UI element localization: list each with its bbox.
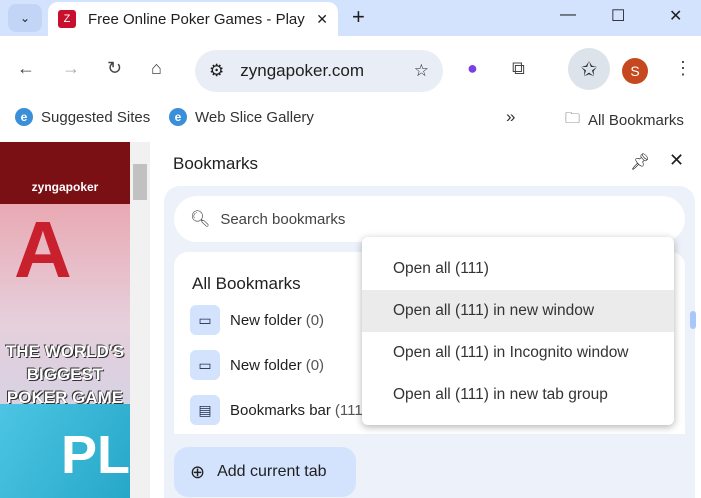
reload-button[interactable]: ↻ (107, 58, 122, 79)
close-panel-icon[interactable]: ✕ (669, 150, 684, 171)
ie-icon: e (15, 108, 33, 126)
address-bar[interactable]: ⚙ zyngapoker.com ☆ (195, 50, 443, 92)
web-page-content: zyngapoker A THE WORLD'S BIGGEST POKER GA… (0, 142, 130, 498)
all-bookmarks-button[interactable]: 🗀 All Bookmarks (565, 108, 684, 133)
tab-strip: ⌄ Z Free Online Poker Games - Play ✕ + —… (0, 0, 701, 36)
minimize-button[interactable]: — (560, 6, 576, 24)
search-icon: 🔍︎ (190, 211, 211, 228)
folder-icon: ▭ (190, 305, 220, 335)
home-button[interactable]: ⌂ (151, 58, 162, 79)
menu-item-open-all[interactable]: Open all (111) (362, 248, 674, 290)
extensions-puzzle-icon[interactable]: ⧉ (512, 58, 525, 79)
ace-card-image: A (14, 205, 72, 294)
bookmarks-bar-icon: ▤ (190, 395, 220, 425)
tab-close-icon[interactable]: ✕ (316, 11, 328, 28)
pin-icon[interactable]: 📌︎ (630, 152, 650, 172)
page-scrollbar[interactable] (130, 142, 150, 498)
extension-icon[interactable]: ● (467, 58, 478, 79)
play-banner[interactable]: PL (0, 404, 130, 498)
overflow-chevron-icon[interactable]: » (506, 107, 515, 127)
menu-kebab-icon[interactable]: ⋮ (674, 58, 692, 79)
bookmark-star-icon[interactable]: ☆ (414, 61, 429, 81)
all-bookmarks-label: All Bookmarks (588, 112, 684, 129)
list-item[interactable]: ▭ New folder (0) (190, 305, 324, 335)
add-current-tab-label: Add current tab (217, 463, 327, 480)
item-label: Bookmarks bar (230, 401, 331, 419)
headline: THE WORLD'S BIGGEST POKER GAME (5, 342, 125, 407)
menu-item-open-all-tab-group[interactable]: Open all (111) in new tab group (362, 374, 674, 416)
menu-item-open-all-new-window[interactable]: Open all (111) in new window (362, 290, 674, 332)
folder-icon: ▭ (190, 350, 220, 380)
menu-item-open-all-incognito[interactable]: Open all (111) in Incognito window (362, 332, 674, 374)
plus-circle-icon: ⊕ (190, 461, 206, 482)
item-count: (0) (305, 311, 325, 329)
zynga-poker-logo[interactable]: zyngapoker (0, 142, 130, 204)
context-menu: Open all (111) Open all (111) in new win… (362, 237, 674, 425)
item-label: New folder (230, 356, 302, 374)
url-text: zyngapoker.com (240, 61, 365, 80)
bookmark-web-slice-gallery[interactable]: e Web Slice Gallery (169, 108, 314, 126)
tab-search-button[interactable]: ⌄ (8, 4, 42, 32)
bookmark-suggested-sites[interactable]: e Suggested Sites (15, 108, 150, 126)
scrollbar-thumb[interactable] (133, 164, 147, 200)
search-placeholder: Search bookmarks (220, 210, 346, 228)
forward-button[interactable]: → (62, 58, 80, 79)
folder-icon: 🗀 (565, 110, 581, 127)
search-bookmarks-input[interactable]: 🔍︎ Search bookmarks (174, 196, 685, 242)
new-tab-button[interactable]: + (352, 4, 365, 30)
panel-title: Bookmarks (173, 154, 259, 173)
list-item[interactable]: ▤ Bookmarks bar (111 (190, 395, 363, 425)
item-count: (111 (334, 401, 363, 419)
maximize-button[interactable]: ☐ (611, 6, 625, 26)
chevron-down-icon: ⌄ (19, 11, 31, 25)
item-count: (0) (305, 356, 325, 374)
tab-active[interactable]: Z Free Online Poker Games - Play ✕ (48, 2, 338, 36)
zynga-favicon-icon: Z (58, 10, 76, 28)
bookmark-label: Suggested Sites (41, 108, 151, 126)
list-item[interactable]: ▭ New folder (0) (190, 350, 324, 380)
bookmark-label: Web Slice Gallery (195, 108, 314, 126)
promo-banner[interactable]: A THE WORLD'S BIGGEST POKER GAME (0, 204, 130, 407)
bookmarks-bar: e Suggested Sites e Web Slice Gallery » 🗀 A… (0, 104, 701, 132)
site-settings-icon[interactable]: ⚙ (209, 61, 224, 81)
add-current-tab-button[interactable]: ⊕ Add current tab (174, 447, 356, 497)
ie-icon: e (169, 108, 187, 126)
tab-title: Free Online Poker Games - Play (88, 10, 305, 28)
item-label: New folder (230, 311, 302, 329)
profile-avatar[interactable]: S (622, 58, 648, 84)
star-list-icon: ✩ (580, 58, 598, 81)
back-button[interactable]: ← (17, 58, 35, 79)
close-window-button[interactable]: ✕ (669, 6, 682, 26)
list-scrollbar[interactable] (690, 311, 696, 329)
section-heading: All Bookmarks (192, 274, 301, 293)
bookmarks-side-panel-button[interactable]: ✩ (568, 48, 610, 90)
